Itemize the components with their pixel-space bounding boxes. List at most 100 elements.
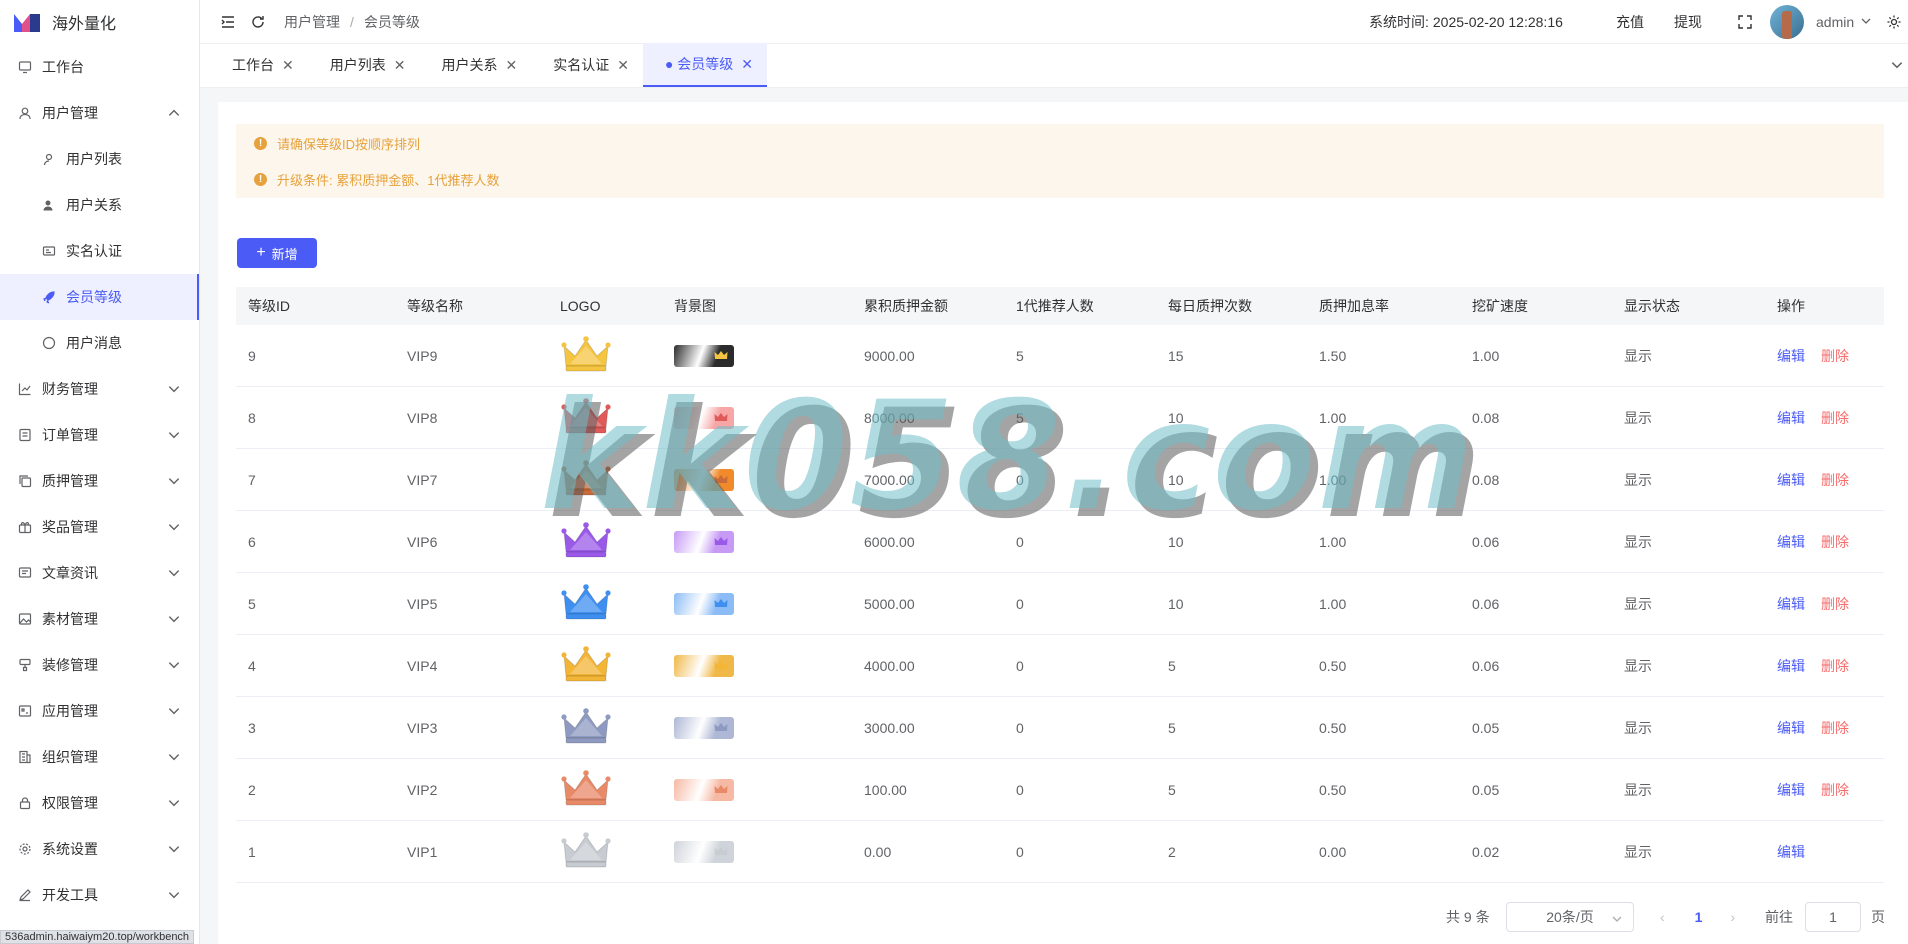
breadcrumb-item-current: 会员等级 bbox=[363, 13, 420, 30]
delete-button[interactable]: 删除 bbox=[1821, 658, 1849, 674]
delete-button[interactable]: 删除 bbox=[1821, 348, 1849, 364]
sidebar-subitem[interactable]: 用户列表 bbox=[0, 136, 199, 182]
background-thumbnail[interactable] bbox=[674, 592, 734, 615]
background-thumbnail[interactable] bbox=[674, 344, 734, 367]
delete-button[interactable]: 删除 bbox=[1821, 596, 1849, 612]
sidebar-subitem-label: 会员等级 bbox=[66, 289, 122, 305]
app-logo[interactable]: 海外量化 bbox=[0, 0, 199, 44]
sidebar-item[interactable]: 素材管理 bbox=[0, 596, 199, 642]
add-level-button[interactable]: + 新增 bbox=[237, 238, 317, 268]
tab-label: ● 会员等级 bbox=[664, 56, 734, 72]
tab-label: 实名认证 bbox=[553, 57, 610, 73]
sidebar-item[interactable]: 组织管理 bbox=[0, 734, 199, 780]
page-size-select[interactable]: 20条/页 bbox=[1506, 902, 1634, 932]
chevron-down-icon bbox=[167, 888, 181, 902]
tab[interactable]: 工作台 ✕ bbox=[210, 43, 308, 87]
level-name: VIP7 bbox=[407, 471, 438, 488]
delete-button[interactable]: 删除 bbox=[1821, 720, 1849, 736]
chevron-down-icon bbox=[1611, 912, 1623, 928]
edit-button[interactable]: 编辑 bbox=[1777, 472, 1805, 488]
background-thumbnail[interactable] bbox=[674, 406, 734, 429]
avatar[interactable] bbox=[1770, 5, 1804, 39]
sidebar-menu: 工作台 用户管理 用户列表 用户关系 实名认证会员等级用户消息 财务管理 订单管理 质押管理奖… bbox=[0, 44, 199, 918]
table-row: 6 VIP6 6000.00 0 10 1.00 0.06 显示 编辑 删除 bbox=[236, 511, 1884, 573]
sidebar-item[interactable]: 文章资讯 bbox=[0, 550, 199, 596]
background-thumbnail[interactable] bbox=[674, 530, 734, 553]
level-background bbox=[662, 406, 852, 429]
sidebar-item[interactable]: 质押管理 bbox=[0, 458, 199, 504]
prev-page-icon[interactable]: ‹ bbox=[1660, 909, 1665, 925]
sidebar-item[interactable]: 权限管理 bbox=[0, 780, 199, 826]
delete-button[interactable]: 删除 bbox=[1821, 472, 1849, 488]
stake-amount: 6000.00 bbox=[864, 533, 915, 550]
chevron-down-icon bbox=[167, 796, 181, 810]
edit-button[interactable]: 编辑 bbox=[1777, 782, 1805, 798]
sidebar-item-label: 组织管理 bbox=[42, 749, 98, 765]
column-header: 操作 bbox=[1777, 298, 1805, 314]
sidebar-subitem[interactable]: 会员等级 bbox=[0, 274, 199, 320]
page-number-current[interactable]: 1 bbox=[1695, 909, 1703, 925]
background-thumbnail[interactable] bbox=[674, 716, 734, 739]
chevron-down-icon[interactable] bbox=[1860, 15, 1872, 31]
close-icon[interactable]: ✕ bbox=[394, 57, 406, 74]
background-thumbnail[interactable] bbox=[674, 654, 734, 677]
delete-button[interactable]: 删除 bbox=[1821, 782, 1849, 798]
tabs-more-chevron-icon[interactable] bbox=[1890, 58, 1904, 75]
background-thumbnail[interactable] bbox=[674, 840, 734, 863]
sidebar-item[interactable]: 用户管理 bbox=[0, 90, 199, 136]
table-row: 1 VIP1 0.00 0 2 0.00 0.02 显示 编辑 bbox=[236, 821, 1884, 883]
sidebar-item[interactable]: 系统设置 bbox=[0, 826, 199, 872]
row-actions: 编辑 删除 bbox=[1765, 408, 1884, 428]
close-icon[interactable]: ✕ bbox=[741, 56, 753, 73]
sidebar-item[interactable]: 奖品管理 bbox=[0, 504, 199, 550]
goto-page-input[interactable]: 1 bbox=[1805, 902, 1861, 932]
close-icon[interactable]: ✕ bbox=[505, 57, 517, 74]
message-icon bbox=[18, 566, 32, 580]
delete-button[interactable]: 删除 bbox=[1821, 534, 1849, 550]
background-thumbnail[interactable] bbox=[674, 778, 734, 801]
breadcrumb-item[interactable]: 用户管理 bbox=[284, 12, 340, 32]
sidebar-subitem[interactable]: 用户关系 bbox=[0, 182, 199, 228]
app-icon bbox=[18, 704, 32, 718]
stake-rate: 1.00 bbox=[1319, 409, 1347, 426]
referral-count: 0 bbox=[1016, 657, 1024, 674]
edit-button[interactable]: 编辑 bbox=[1777, 410, 1805, 426]
sidebar-subitem[interactable]: 用户消息 bbox=[0, 320, 199, 366]
edit-button[interactable]: 编辑 bbox=[1777, 844, 1805, 860]
tab[interactable]: 用户列表 ✕ bbox=[308, 43, 420, 87]
daily-stake-count: 10 bbox=[1168, 595, 1184, 612]
chevron-down-icon bbox=[167, 612, 181, 626]
mining-speed: 0.05 bbox=[1472, 719, 1500, 736]
sidebar-subitem[interactable]: 实名认证 bbox=[0, 228, 199, 274]
tab[interactable]: 实名认证 ✕ bbox=[531, 43, 643, 87]
background-thumbnail[interactable] bbox=[674, 468, 734, 491]
edit-button[interactable]: 编辑 bbox=[1777, 348, 1805, 364]
level-name: VIP3 bbox=[407, 719, 438, 736]
tab[interactable]: 用户关系 ✕ bbox=[419, 43, 531, 87]
recharge-link[interactable]: 充值 bbox=[1616, 12, 1644, 32]
refresh-icon[interactable] bbox=[250, 14, 266, 30]
username[interactable]: admin bbox=[1816, 14, 1854, 30]
fullscreen-icon[interactable] bbox=[1737, 14, 1753, 30]
sidebar-item[interactable]: 开发工具 bbox=[0, 872, 199, 918]
edit-button[interactable]: 编辑 bbox=[1777, 658, 1805, 674]
sidebar-item[interactable]: 财务管理 bbox=[0, 366, 199, 412]
sidebar-item[interactable]: 工作台 bbox=[0, 44, 199, 90]
withdraw-link[interactable]: 提现 bbox=[1674, 12, 1702, 32]
sidebar-item[interactable]: 订单管理 bbox=[0, 412, 199, 458]
edit-button[interactable]: 编辑 bbox=[1777, 534, 1805, 550]
tab[interactable]: ● 会员等级 ✕ bbox=[642, 43, 768, 87]
edit-button[interactable]: 编辑 bbox=[1777, 596, 1805, 612]
edit-button[interactable]: 编辑 bbox=[1777, 720, 1805, 736]
daily-stake-count: 15 bbox=[1168, 347, 1184, 364]
close-icon[interactable]: ✕ bbox=[617, 57, 629, 74]
next-page-icon[interactable]: › bbox=[1730, 909, 1735, 925]
goto-label: 前往 bbox=[1765, 909, 1793, 925]
collapse-menu-icon[interactable] bbox=[220, 14, 236, 30]
sidebar-item[interactable]: 装修管理 bbox=[0, 642, 199, 688]
settings-gear-icon[interactable] bbox=[1886, 14, 1902, 30]
delete-button[interactable]: 删除 bbox=[1821, 410, 1849, 426]
sidebar-item[interactable]: 应用管理 bbox=[0, 688, 199, 734]
close-icon[interactable]: ✕ bbox=[282, 57, 294, 74]
mining-speed: 0.02 bbox=[1472, 843, 1500, 860]
